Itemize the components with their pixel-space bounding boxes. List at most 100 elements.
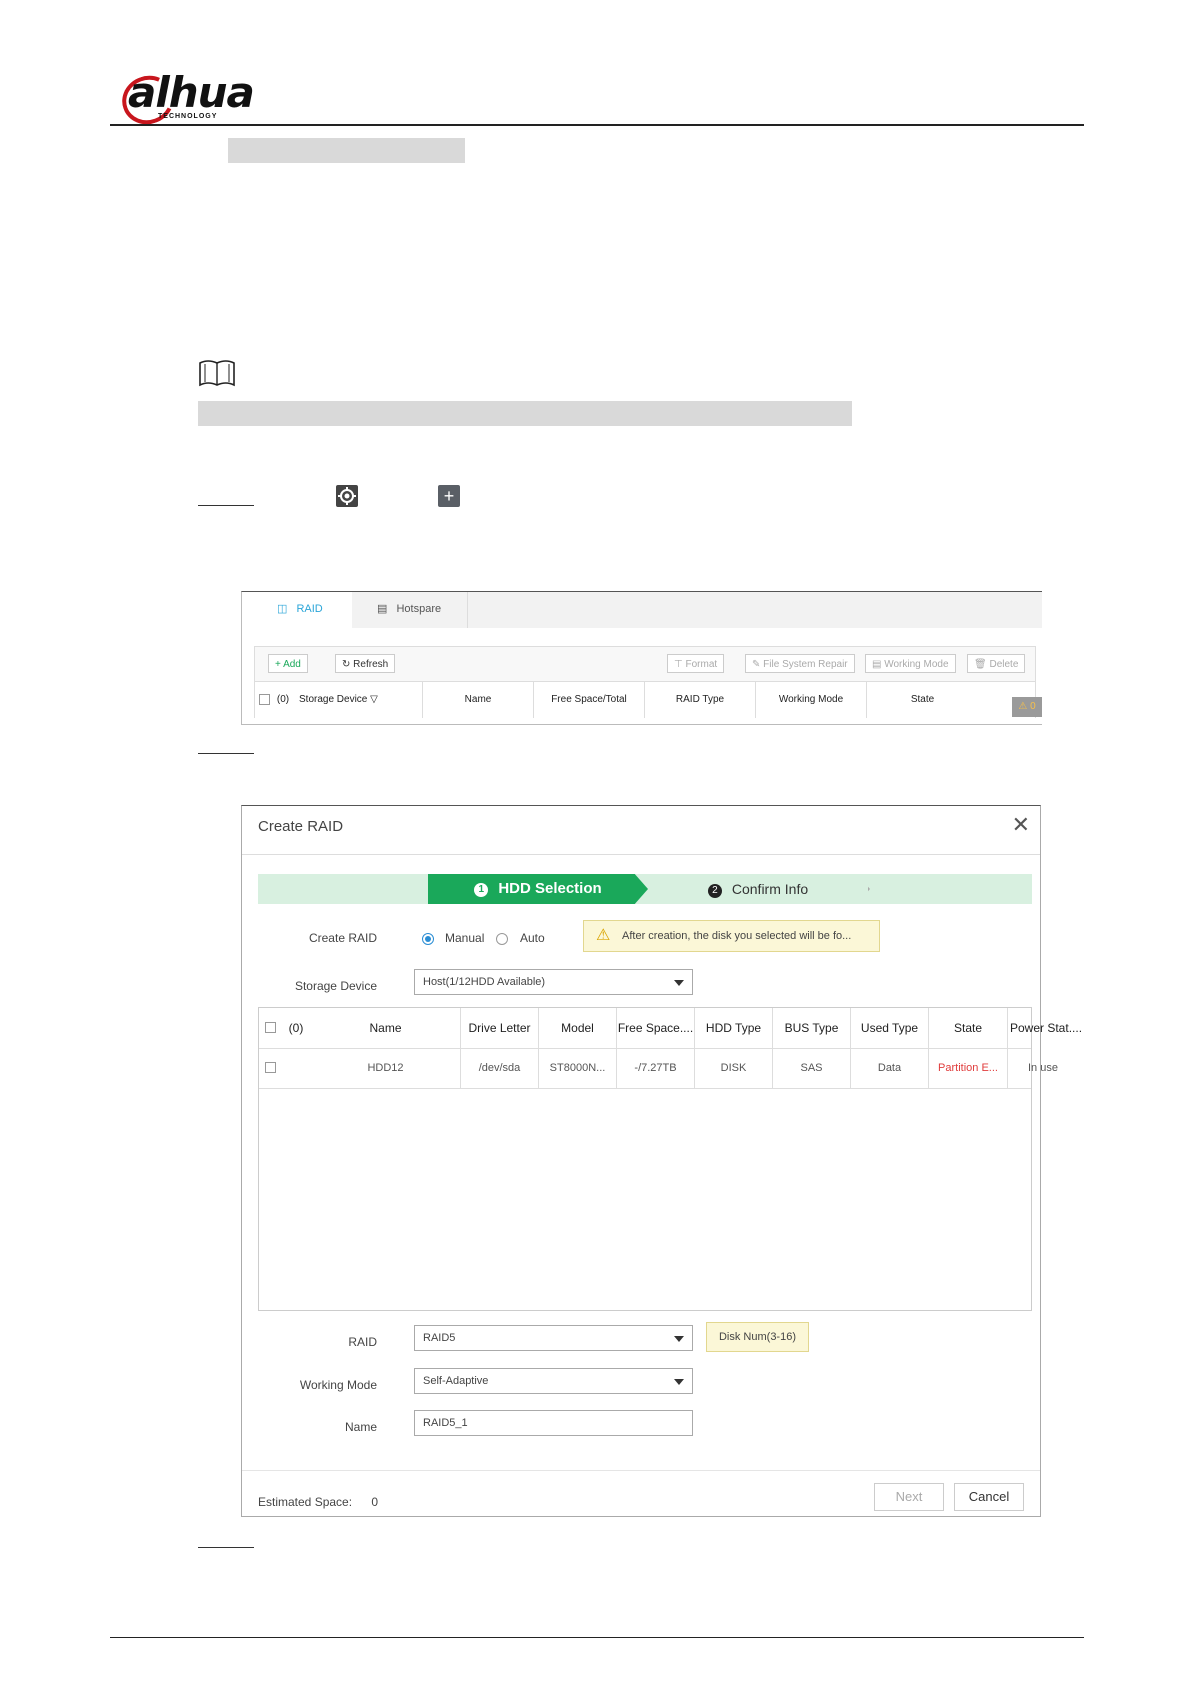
cell-drive-letter: /dev/sda bbox=[461, 1048, 539, 1088]
wrench-icon: ✎ bbox=[752, 659, 764, 670]
delete-button-label: Delete bbox=[989, 659, 1019, 670]
dialog-title: Create RAID bbox=[258, 818, 344, 835]
alarm-count: 0 bbox=[1030, 701, 1036, 712]
format-button[interactable]: ⊤ Format bbox=[667, 654, 725, 673]
selected-count: (0) bbox=[276, 694, 290, 705]
hdd-col-power-state: Power Stat.... bbox=[1010, 1021, 1083, 1035]
hdd-selected-count: (0) bbox=[288, 1021, 304, 1035]
storage-device-select[interactable]: Host(1/12HDD Available) bbox=[414, 969, 693, 995]
footer-divider bbox=[242, 1470, 1040, 1471]
working-mode-button-label: Working Mode bbox=[884, 659, 949, 670]
estimated-space: Estimated Space: 0 bbox=[258, 1495, 378, 1509]
plus-icon: + bbox=[275, 659, 284, 670]
raid-list-panel: ◫ RAID ▤ Hotspare + Add ↻ Refresh ⊤ Form… bbox=[241, 591, 1042, 725]
hdd-col-free-space: Free Space.... bbox=[617, 1008, 695, 1048]
refresh-button[interactable]: ↻ Refresh bbox=[335, 654, 396, 673]
delete-button[interactable]: 🗑 Delete bbox=[967, 654, 1026, 673]
auto-radio[interactable] bbox=[496, 933, 508, 945]
cell-bus-type: SAS bbox=[773, 1048, 851, 1088]
storage-device-value: Host(1/12HDD Available) bbox=[423, 976, 546, 988]
raid-list-body: + Add ↻ Refresh ⊤ Format ✎ File System R… bbox=[254, 646, 1036, 718]
chevron-down-icon bbox=[674, 1379, 684, 1385]
close-icon[interactable]: ✕ bbox=[1012, 812, 1030, 838]
working-mode-value: Self-Adaptive bbox=[423, 1375, 489, 1387]
step-confirm-info: 2 Confirm Info bbox=[648, 874, 870, 904]
col-raid-type: RAID Type bbox=[645, 682, 756, 718]
cell-free-space: -/7.27TB bbox=[617, 1048, 695, 1088]
tab-hotspare-label: Hotspare bbox=[396, 603, 442, 615]
next-button[interactable]: Next bbox=[874, 1483, 944, 1511]
trash-icon: 🗑 bbox=[974, 659, 990, 670]
hdd-col-model: Model bbox=[539, 1008, 617, 1048]
manual-radio-label: Manual bbox=[445, 931, 485, 945]
cell-hdd-type: DISK bbox=[695, 1048, 773, 1088]
wizard-steps: 1 HDD Selection 2 Confirm Info bbox=[258, 874, 1032, 904]
step-2-label: Confirm Info bbox=[731, 881, 809, 897]
step-1-label: HDD Selection bbox=[498, 880, 602, 897]
cell-used-type: Data bbox=[851, 1048, 929, 1088]
step-underline-2 bbox=[198, 753, 254, 754]
step-2-number: 2 bbox=[707, 884, 722, 898]
raid-type-value: RAID5 bbox=[423, 1332, 456, 1344]
dahua-logo: alhua TECHNOLOGY bbox=[115, 68, 262, 132]
raid-table-header: (0) Storage Device ▽ Name Free Space/Tot… bbox=[255, 681, 1035, 718]
redacted-note bbox=[198, 401, 852, 426]
refresh-icon: ↻ bbox=[342, 659, 354, 670]
manual-radio[interactable] bbox=[422, 933, 434, 945]
add-button[interactable]: + Add bbox=[268, 654, 308, 673]
format-button-label: Format bbox=[685, 659, 718, 670]
hdd-col-drive-letter: Drive Letter bbox=[461, 1008, 539, 1048]
title-divider bbox=[242, 854, 1040, 855]
raid-type-select[interactable]: RAID5 bbox=[414, 1325, 693, 1351]
logo-text: alhua bbox=[128, 68, 255, 117]
fs-repair-button-label: File System Repair bbox=[763, 659, 848, 670]
hdd-col-state: State bbox=[929, 1008, 1008, 1048]
add-plus-icon: + bbox=[438, 485, 460, 507]
create-raid-dialog: Create RAID ✕ 1 HDD Selection 2 Confirm In… bbox=[241, 805, 1082, 1517]
working-mode-select[interactable]: Self-Adaptive bbox=[414, 1368, 693, 1394]
footer-rule bbox=[110, 1637, 1084, 1638]
hdd-col-name: Name bbox=[311, 1008, 461, 1048]
add-button-label: Add bbox=[283, 659, 301, 670]
select-all-checkbox[interactable] bbox=[259, 694, 270, 705]
raid-label: RAID bbox=[348, 1335, 377, 1349]
disk-num-tip: Disk Num(3-16) bbox=[706, 1322, 809, 1352]
fs-repair-button[interactable]: ✎ File System Repair bbox=[745, 654, 855, 673]
hdd-col-bus-type: BUS Type bbox=[773, 1008, 851, 1048]
header-rule bbox=[110, 124, 1084, 126]
tab-bar: ◫ RAID ▤ Hotspare bbox=[242, 592, 1042, 628]
cell-name: HDD12 bbox=[311, 1048, 461, 1088]
name-label: Name bbox=[344, 1420, 377, 1434]
col-storage-device-label: Storage Device bbox=[299, 694, 368, 705]
tab-raid[interactable]: ◫ RAID bbox=[242, 592, 352, 628]
working-mode-label: Working Mode bbox=[299, 1378, 377, 1392]
alarm-badge[interactable]: ⚠ 0 bbox=[1012, 697, 1042, 717]
tip-text: After creation, the disk you selected wi… bbox=[622, 930, 852, 942]
cell-model: ST8000N... bbox=[539, 1048, 617, 1088]
settings-gear-icon bbox=[336, 485, 358, 507]
step-1-number: 1 bbox=[474, 883, 489, 897]
raid-tab-icon: ◫ bbox=[277, 603, 288, 615]
row-checkbox[interactable] bbox=[265, 1062, 276, 1073]
hdd-table: (0) Name Drive Letter Model Free Space..… bbox=[258, 1007, 1082, 1311]
table-row[interactable]: HDD12 /dev/sda ST8000N... -/7.27TB DISK … bbox=[259, 1048, 1058, 1089]
working-mode-button[interactable]: ▤ Working Mode bbox=[865, 654, 956, 673]
warning-icon: ⚠ bbox=[596, 927, 611, 944]
step-hdd-selection: 1 HDD Selection bbox=[428, 874, 648, 904]
tab-raid-label: RAID bbox=[296, 603, 323, 615]
hdd-col-hdd-type: HDD Type bbox=[695, 1008, 773, 1048]
select-all-hdd-checkbox[interactable] bbox=[265, 1022, 276, 1033]
logo-subtext: TECHNOLOGY bbox=[158, 113, 218, 120]
name-input[interactable]: RAID5_1 bbox=[414, 1410, 693, 1436]
mode-icon: ▤ bbox=[872, 659, 885, 670]
hotspare-tab-icon: ▤ bbox=[377, 603, 388, 615]
col-storage-device[interactable]: Storage Device ▽ bbox=[293, 682, 423, 718]
name-input-value: RAID5_1 bbox=[423, 1417, 468, 1429]
storage-device-label: Storage Device bbox=[294, 979, 377, 993]
step-underline-3 bbox=[198, 1547, 254, 1548]
tab-hotspare[interactable]: ▤ Hotspare bbox=[352, 592, 468, 628]
refresh-button-label: Refresh bbox=[353, 659, 389, 670]
chevron-down-icon bbox=[674, 980, 684, 986]
cancel-button[interactable]: Cancel bbox=[954, 1483, 1024, 1511]
filter-icon[interactable]: ▽ bbox=[370, 694, 378, 705]
